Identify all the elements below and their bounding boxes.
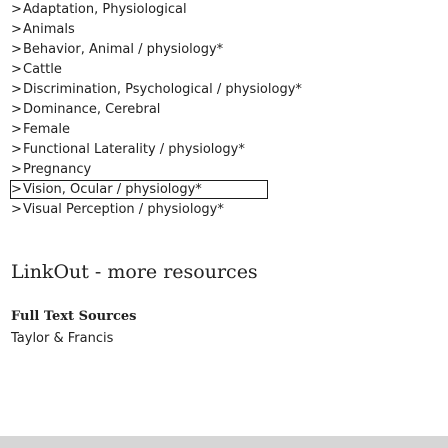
chevron-right-icon: > (11, 162, 22, 177)
mesh-term-item[interactable]: > Visual Perception / physiology* (11, 200, 302, 220)
mesh-term-item[interactable]: > Pregnancy (11, 160, 302, 180)
chevron-right-icon: > (11, 202, 22, 217)
mesh-terms-list: > Adaptation, Physiological > Animals > … (10, 0, 302, 220)
chevron-right-icon: > (11, 182, 22, 197)
mesh-term-label[interactable]: Animals (23, 20, 75, 40)
mesh-term-item[interactable]: > Behavior, Animal / physiology* (11, 40, 302, 60)
full-text-provider-link[interactable]: Taylor & Francis (11, 331, 113, 346)
mesh-term-label[interactable]: Cattle (23, 60, 62, 80)
chevron-right-icon: > (11, 42, 22, 57)
mesh-term-item[interactable]: > Discrimination, Psychological / physio… (11, 80, 302, 100)
mesh-term-item[interactable]: > Functional Laterality / physiology* (11, 140, 302, 160)
mesh-term-item[interactable]: > Dominance, Cerebral (11, 100, 302, 120)
mesh-term-label[interactable]: Dominance, Cerebral (23, 100, 160, 120)
mesh-term-item[interactable]: > Adaptation, Physiological (11, 0, 302, 20)
mesh-term-item[interactable]: > Cattle (11, 60, 302, 80)
bottom-divider-bar (0, 436, 448, 448)
chevron-right-icon: > (11, 22, 22, 37)
mesh-term-label[interactable]: Visual Perception / physiology* (23, 200, 224, 220)
chevron-right-icon: > (11, 142, 22, 157)
mesh-term-label[interactable]: Behavior, Animal / physiology* (23, 40, 223, 60)
chevron-right-icon: > (11, 62, 22, 77)
mesh-term-label[interactable]: Adaptation, Physiological (23, 0, 187, 20)
chevron-right-icon: > (11, 82, 22, 97)
mesh-term-label[interactable]: Functional Laterality / physiology* (23, 140, 245, 160)
linkout-section-title: LinkOut - more resources (11, 261, 258, 283)
mesh-term-label[interactable]: Vision, Ocular / physiology* (23, 181, 202, 198)
full-text-sources-heading: Full Text Sources (11, 309, 137, 324)
chevron-right-icon: > (11, 102, 22, 117)
mesh-term-item[interactable]: > Female (11, 120, 302, 140)
mesh-term-item-focused[interactable]: > Vision, Ocular / physiology* (10, 180, 268, 199)
mesh-term-item[interactable]: > Animals (11, 20, 302, 40)
mesh-term-label[interactable]: Female (23, 120, 70, 140)
mesh-term-label[interactable]: Discrimination, Psychological / physiolo… (23, 80, 302, 100)
chevron-right-icon: > (11, 122, 22, 137)
mesh-term-label[interactable]: Pregnancy (23, 160, 91, 180)
chevron-right-icon: > (11, 2, 22, 17)
